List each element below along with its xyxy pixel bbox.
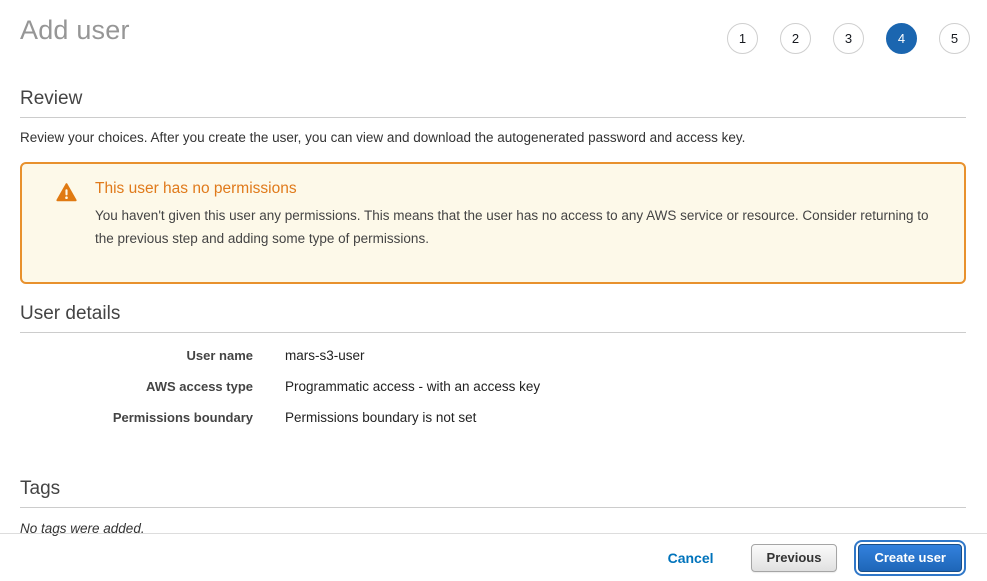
footer-actions: Cancel Previous Create user (668, 544, 962, 572)
previous-button[interactable]: Previous (751, 544, 838, 572)
detail-value: Programmatic access - with an access key (285, 379, 540, 394)
detail-label: AWS access type (20, 379, 253, 394)
step-indicator-2[interactable]: 2 (780, 23, 811, 54)
warning-triangle-icon (56, 183, 77, 207)
wizard-step-indicators: 1 2 3 4 5 (727, 23, 970, 54)
no-permissions-warning: This user has no permissions You haven't… (20, 162, 966, 284)
tags-section: Tags No tags were added. (20, 478, 966, 536)
detail-row-user-name: User name mars-s3-user (20, 348, 966, 379)
detail-row-permissions-boundary: Permissions boundary Permissions boundar… (20, 410, 966, 441)
warning-body: You haven't given this user any permissi… (95, 205, 944, 250)
add-user-page: Add user 1 2 3 4 5 Review Review your ch… (0, 0, 987, 581)
create-user-button[interactable]: Create user (858, 544, 962, 572)
review-description: Review your choices. After you create th… (20, 130, 966, 145)
detail-row-access-type: AWS access type Programmatic access - wi… (20, 379, 966, 410)
warning-text: This user has no permissions You haven't… (95, 180, 944, 250)
footer-divider (0, 533, 987, 534)
tags-heading: Tags (20, 478, 966, 500)
review-heading: Review (20, 88, 966, 110)
divider (20, 332, 966, 333)
user-details-rows: User name mars-s3-user AWS access type P… (20, 348, 966, 441)
step-indicator-3[interactable]: 3 (833, 23, 864, 54)
cancel-link[interactable]: Cancel (668, 550, 714, 566)
step-indicator-1[interactable]: 1 (727, 23, 758, 54)
detail-value: Permissions boundary is not set (285, 410, 476, 425)
page-title: Add user (20, 15, 130, 46)
divider (20, 117, 966, 118)
divider (20, 507, 966, 508)
detail-label: Permissions boundary (20, 410, 253, 425)
main-content: Review Review your choices. After you cr… (20, 88, 966, 536)
step-indicator-5[interactable]: 5 (939, 23, 970, 54)
user-details-section: User details User name mars-s3-user AWS … (20, 303, 966, 441)
step-indicator-4[interactable]: 4 (886, 23, 917, 54)
detail-label: User name (20, 348, 253, 363)
detail-value: mars-s3-user (285, 348, 365, 363)
warning-title: This user has no permissions (95, 180, 944, 198)
user-details-heading: User details (20, 303, 966, 325)
